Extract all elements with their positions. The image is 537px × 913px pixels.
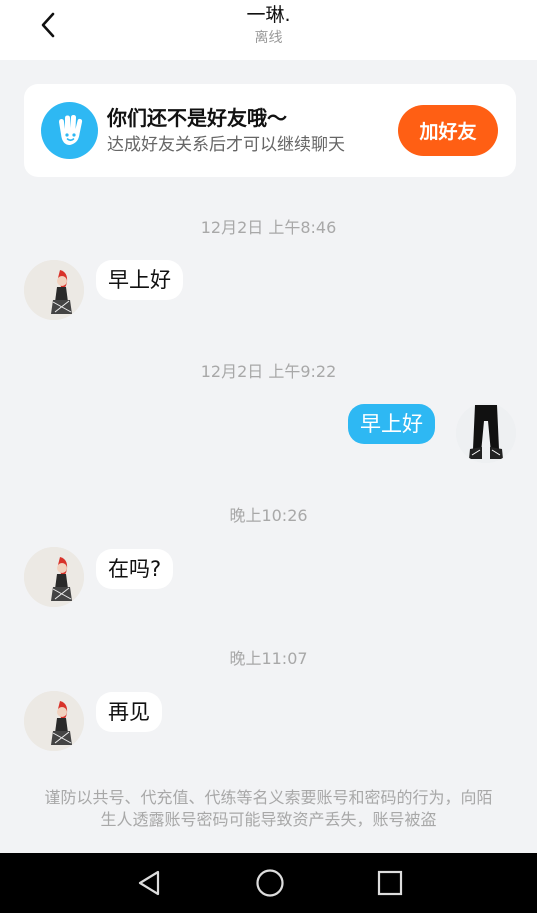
message-timestamp: 晚上11:07 [229,649,308,668]
chat-header: 一琳. 离线 [0,0,537,60]
system-nav-bar [0,853,537,913]
message-bubble-outgoing[interactable]: 早上好 [348,404,435,444]
message-bubble-incoming[interactable]: 在吗? [96,549,174,589]
nav-back-button[interactable] [129,865,169,901]
hand-wave-icon [41,102,98,159]
add-friend-button[interactable]: 加好友 [398,105,498,156]
message-timestamp: 12月2日 上午9:22 [200,362,337,381]
contact-avatar[interactable] [24,547,84,607]
recents-square-icon [377,870,403,896]
not-friends-card: 你们还不是好友哦～ 达成好友关系后才可以继续聊天 加好友 [24,84,516,177]
message-bubble-incoming[interactable]: 再见 [96,692,162,732]
security-warning: 谨防以共号、代充值、代练等名义索要账号和密码的行为，向陌生人透露账号密码可能导致… [44,788,493,829]
contact-avatar[interactable] [24,691,84,751]
card-title: 你们还不是好友哦～ [107,106,287,130]
contact-name: 一琳. [246,4,291,26]
home-circle-icon [256,869,284,897]
back-triangle-icon [138,870,160,896]
online-status: 离线 [254,30,283,46]
nav-home-button[interactable] [250,865,290,901]
message-timestamp: 12月2日 上午8:46 [200,218,337,237]
contact-avatar[interactable] [24,260,84,320]
message-timestamp: 晚上10:26 [229,506,308,525]
self-avatar[interactable] [456,403,516,463]
message-bubble-incoming[interactable]: 早上好 [96,260,183,300]
card-subtitle: 达成好友关系后才可以继续聊天 [107,135,345,155]
nav-recents-button[interactable] [370,865,410,901]
